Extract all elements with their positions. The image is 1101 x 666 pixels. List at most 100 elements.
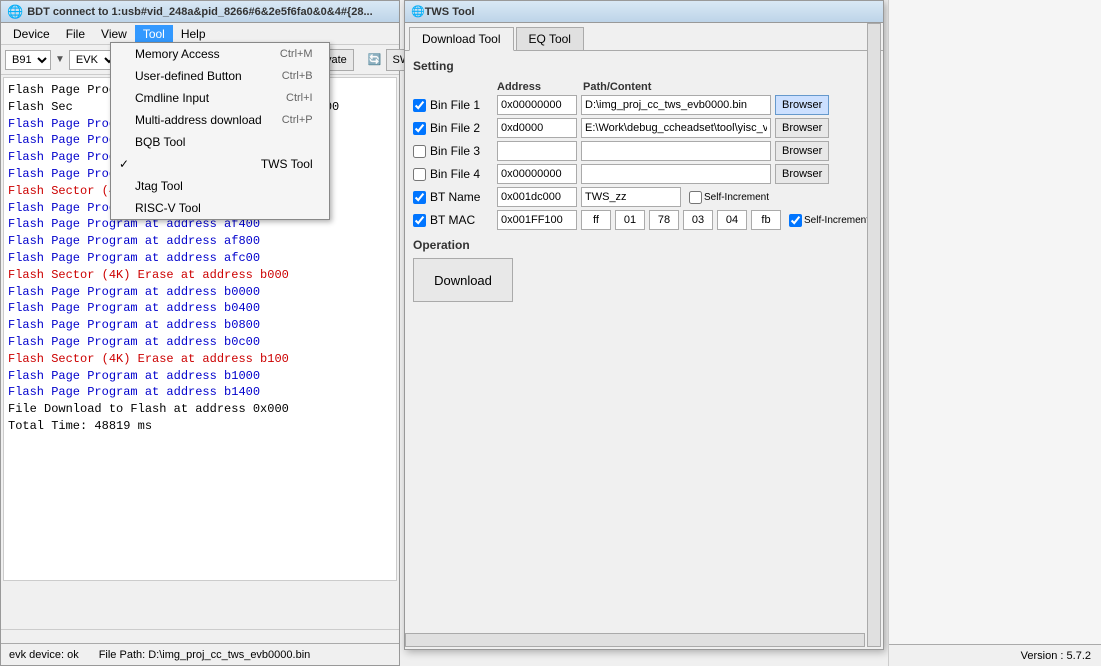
evk-status: evk device: ok [9, 649, 79, 661]
bin-file-4-path[interactable] [581, 164, 771, 184]
bt-name-self-inc-checkbox[interactable] [689, 191, 702, 204]
bin-file-4-label: Bin File 4 [430, 167, 480, 181]
bt-name-row: BT Name Self-Increment [413, 187, 875, 207]
bin-file-4-browser[interactable]: Browser [775, 164, 829, 184]
bin-file-1-checkbox[interactable] [413, 99, 426, 112]
log-line: Flash Sector (4K) Erase at address b000 [8, 267, 392, 284]
download-button[interactable]: Download [413, 258, 513, 302]
dropdown-item-jtag-tool[interactable]: Jtag Tool [111, 175, 329, 197]
bin-file-4-checkbox[interactable] [413, 168, 426, 181]
operation-label: Operation [413, 238, 875, 252]
bin-file-4-address[interactable] [497, 164, 577, 184]
bin-file-3-label: Bin File 3 [430, 144, 480, 158]
bin-file-1-browser[interactable]: Browser [775, 95, 829, 115]
header-path: Path/Content [583, 81, 651, 93]
bt-mac-label: BT MAC [430, 213, 475, 227]
dropdown-item-memory-access[interactable]: Memory AccessCtrl+M [111, 43, 329, 65]
bt-mac-row: BT MAC Self-Increment [413, 210, 875, 230]
dropdown-item-cmdline-input[interactable]: Cmdline Input Ctrl+I [111, 87, 329, 109]
refresh-icon[interactable]: 🔄 [368, 53, 382, 66]
log-line: Total Time: 48819 ms [8, 418, 392, 435]
bin-file-3-checkbox[interactable] [413, 145, 426, 158]
device-combo[interactable]: B91 [5, 50, 51, 70]
dropdown-item-label: Jtag Tool [135, 179, 183, 193]
bin-file-4-row: Bin File 4 Browser [413, 164, 875, 184]
operation-section: Operation Download [413, 238, 875, 302]
log-line: Flash Page Program at address b0c00 [8, 334, 392, 351]
log-line: File Download to Flash at address 0x000 [8, 401, 392, 418]
menu-file[interactable]: File [58, 25, 93, 43]
bt-mac-byte-0[interactable] [581, 210, 611, 230]
tab-eq-tool[interactable]: EQ Tool [516, 27, 584, 50]
setting-label: Setting [413, 59, 875, 73]
dropdown-item-shortcut: Ctrl+P [282, 114, 313, 126]
tws-globe-icon: 🌐 [411, 5, 425, 18]
tws-window: 🌐 TWS Tool Download Tool EQ Tool Setting… [404, 0, 884, 650]
bt-name-value[interactable] [581, 187, 681, 207]
dropdown-item-risc-v-tool[interactable]: RISC-V Tool [111, 197, 329, 219]
dropdown-item-shortcut: Ctrl+I [286, 92, 313, 104]
column-headers: Address Path/Content [497, 79, 875, 95]
bt-name-address[interactable] [497, 187, 577, 207]
dropdown-item-label: Memory Access [135, 47, 220, 61]
log-line: Flash Page Program at address b1000 [8, 368, 392, 385]
bin-file-1-address[interactable] [497, 95, 577, 115]
bt-mac-check-label: BT MAC [413, 213, 493, 227]
dropdown-item-label: Cmdline Input [135, 91, 209, 105]
bottom-scrollbar[interactable] [1, 629, 399, 643]
bin-file-2-label: Bin File 2 [430, 121, 480, 135]
dropdown-item-tws-tool[interactable]: TWS Tool [111, 153, 329, 175]
toolbar-separator-text: ▼ [55, 54, 65, 65]
dropdown-item-user-defined-button[interactable]: User-defined ButtonCtrl+B [111, 65, 329, 87]
bt-mac-byte-3[interactable] [683, 210, 713, 230]
globe-icon: 🌐 [7, 4, 23, 20]
dropdown-item-label: RISC-V Tool [135, 201, 201, 215]
menu-help[interactable]: Help [173, 25, 214, 43]
bt-mac-byte-2[interactable] [649, 210, 679, 230]
main-title: BDT connect to 1:usb#vid_248a&pid_8266#6… [27, 6, 372, 18]
bin-file-3-row: Bin File 3 Browser [413, 141, 875, 161]
tws-hscrollbar[interactable] [405, 633, 865, 647]
bin-file-2-path[interactable] [581, 118, 771, 138]
log-line: Flash Page Program at address b1400 [8, 384, 392, 401]
dropdown-item-multi-address-download[interactable]: Multi-address downloadCtrl+P [111, 109, 329, 131]
bin-file-1-label: Bin File 1 [430, 98, 480, 112]
log-line: Flash Page Program at address afc00 [8, 250, 392, 267]
bt-mac-byte-1[interactable] [615, 210, 645, 230]
dropdown-item-label: User-defined Button [135, 69, 242, 83]
log-line: Flash Sector (4K) Erase at address b100 [8, 351, 392, 368]
bin-file-2-browser[interactable]: Browser [775, 118, 829, 138]
bin-file-3-address[interactable] [497, 141, 577, 161]
tws-content: Setting Address Path/Content Bin File 1 … [405, 51, 883, 310]
bin-file-3-check-label: Bin File 3 [413, 144, 493, 158]
dropdown-item-bqb-tool[interactable]: BQB Tool [111, 131, 329, 153]
menu-device[interactable]: Device [5, 25, 58, 43]
bt-name-checkbox[interactable] [413, 191, 426, 204]
menu-view[interactable]: View [93, 25, 135, 43]
bt-name-check-label: BT Name [413, 190, 493, 204]
bt-mac-self-inc-label: Self-Increment [789, 214, 869, 227]
bt-mac-self-inc-checkbox[interactable] [789, 214, 802, 227]
right-panel: Version : 5.7.2 [888, 0, 1101, 666]
bin-file-1-row: Bin File 1 Browser [413, 95, 875, 115]
bin-file-2-check-label: Bin File 2 [413, 121, 493, 135]
tws-vscrollbar[interactable] [867, 23, 881, 647]
bin-file-1-check-label: Bin File 1 [413, 98, 493, 112]
tws-title: TWS Tool [425, 6, 475, 18]
bin-file-2-address[interactable] [497, 118, 577, 138]
log-line: Flash Page Program at address af800 [8, 233, 392, 250]
bt-mac-byte-5[interactable] [751, 210, 781, 230]
bt-mac-checkbox[interactable] [413, 214, 426, 227]
bt-mac-byte-4[interactable] [717, 210, 747, 230]
menu-tool[interactable]: Tool [135, 25, 173, 43]
bin-file-1-path[interactable] [581, 95, 771, 115]
tab-download-tool[interactable]: Download Tool [409, 27, 514, 51]
bin-file-2-checkbox[interactable] [413, 122, 426, 135]
bt-name-label: BT Name [430, 190, 480, 204]
dropdown-item-label: BQB Tool [135, 135, 185, 149]
bin-file-3-browser[interactable]: Browser [775, 141, 829, 161]
bt-mac-address[interactable] [497, 210, 577, 230]
bin-file-3-path[interactable] [581, 141, 771, 161]
log-line: Flash Page Program at address b0400 [8, 300, 392, 317]
tws-tabs: Download Tool EQ Tool [405, 23, 883, 51]
